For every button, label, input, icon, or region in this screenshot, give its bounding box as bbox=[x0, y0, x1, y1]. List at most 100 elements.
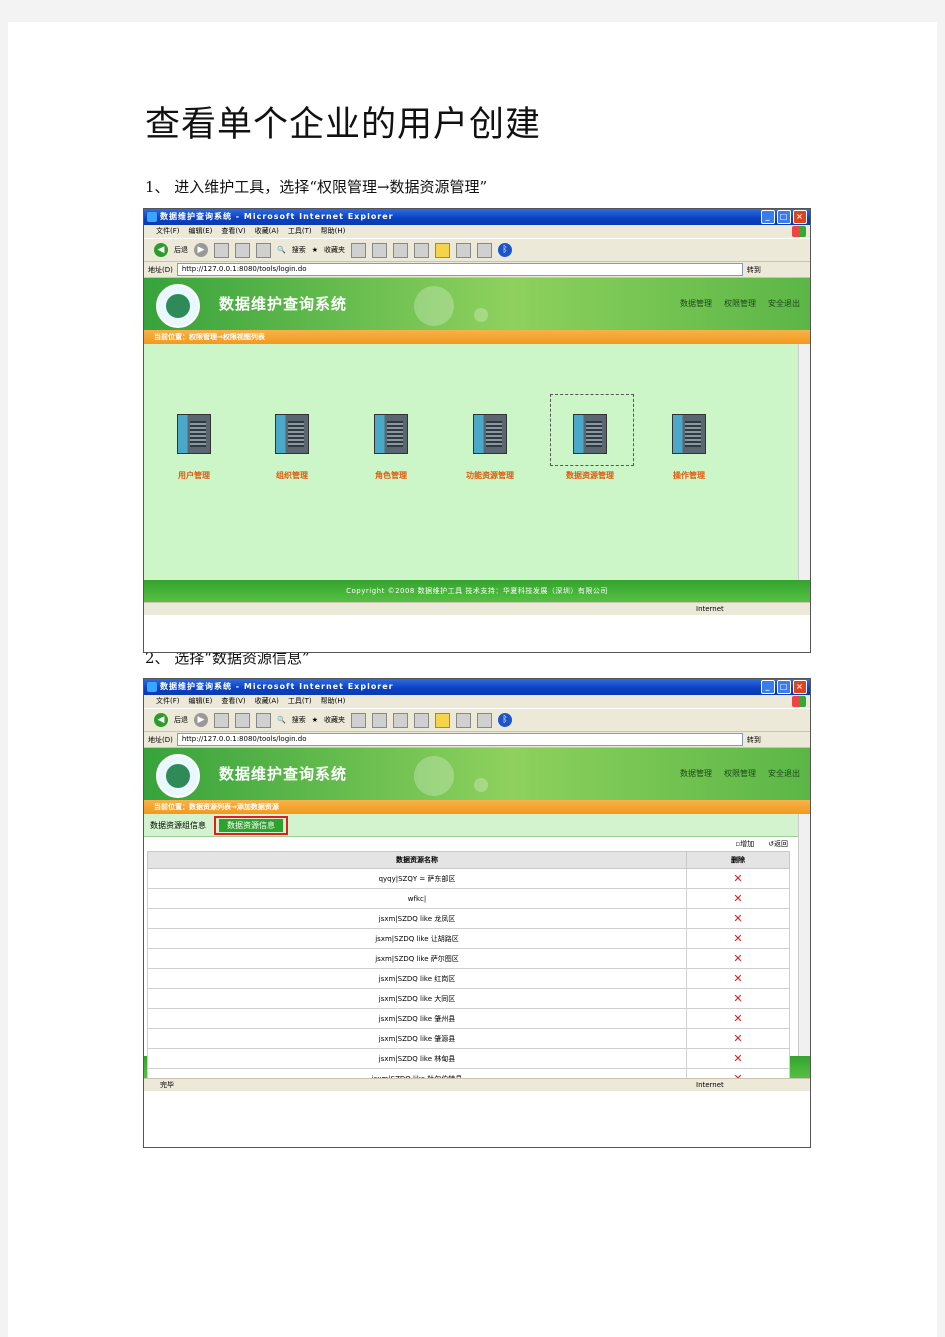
edit-icon[interactable] bbox=[414, 242, 429, 258]
minimize-button[interactable]: _ bbox=[761, 680, 775, 694]
delete-x-icon[interactable]: ✕ bbox=[686, 988, 790, 1009]
table-row: jsxm|SZDQ like 肇源县 ✕ bbox=[147, 1028, 790, 1049]
menu-edit[interactable]: 编辑(E) bbox=[189, 225, 213, 238]
tab-resource-group[interactable]: 数据资源组信息 bbox=[150, 820, 206, 831]
menu-file[interactable]: 文件(F) bbox=[156, 225, 180, 238]
menu-favorites[interactable]: 收藏(A) bbox=[255, 225, 279, 238]
delete-x-icon[interactable]: ✕ bbox=[686, 948, 790, 969]
back-arrow-icon[interactable]: ◀ bbox=[154, 713, 168, 727]
stop-icon[interactable] bbox=[214, 712, 229, 728]
stop-icon[interactable] bbox=[214, 242, 229, 258]
back-arrow-icon[interactable]: ◀ bbox=[154, 243, 168, 257]
home-icon[interactable] bbox=[256, 712, 271, 728]
delete-x-icon[interactable]: ✕ bbox=[686, 888, 790, 909]
bluetooth-icon[interactable]: ᛒ bbox=[498, 713, 512, 727]
highlight-box: 数据资源信息 bbox=[214, 815, 288, 835]
nav-logout[interactable]: 安全退出 bbox=[768, 768, 800, 779]
add-button[interactable]: ▫增加 bbox=[735, 837, 754, 851]
toolbar: ◀ 后退 ▶ 🔍 搜索 ★ 收藏夹 ᛒ bbox=[144, 238, 810, 262]
decor-bubble bbox=[474, 778, 488, 792]
address-input[interactable]: http://127.0.0.1:8080/tools/login.do bbox=[176, 733, 743, 746]
menu-help[interactable]: 帮助(H) bbox=[321, 695, 346, 708]
add-label: 增加 bbox=[740, 840, 755, 848]
bluetooth-icon[interactable]: ᛒ bbox=[498, 243, 512, 257]
history-icon[interactable] bbox=[351, 242, 366, 258]
module-role[interactable]: 角色管理 bbox=[361, 414, 421, 481]
menu-view[interactable]: 查看(V) bbox=[221, 225, 245, 238]
nav-logout[interactable]: 安全退出 bbox=[768, 298, 800, 309]
close-button[interactable]: × bbox=[793, 210, 807, 224]
go-button[interactable]: 转到 bbox=[747, 735, 761, 745]
refresh-icon[interactable] bbox=[235, 242, 250, 258]
nav-permission-management[interactable]: 权限管理 bbox=[724, 768, 756, 779]
tools-icon[interactable] bbox=[477, 712, 492, 728]
nav-data-management[interactable]: 数据管理 bbox=[680, 768, 712, 779]
notes-icon[interactable] bbox=[435, 712, 450, 728]
mail-icon[interactable] bbox=[372, 712, 387, 728]
status-bar: Internet bbox=[144, 602, 810, 615]
close-button[interactable]: × bbox=[793, 680, 807, 694]
refresh-icon[interactable] bbox=[235, 712, 250, 728]
module-data-resource[interactable]: 数据资源管理 bbox=[560, 414, 620, 481]
forward-arrow-icon[interactable]: ▶ bbox=[194, 713, 208, 727]
menu-tools[interactable]: 工具(T) bbox=[288, 695, 312, 708]
home-icon[interactable] bbox=[256, 242, 271, 258]
resource-table: 数据资源名称 删除 qyqy|SZQY = 萨东部区 ✕ wfkc| ✕ jsxm|… bbox=[147, 851, 790, 1089]
mail-icon[interactable] bbox=[372, 242, 387, 258]
print-icon[interactable] bbox=[393, 712, 408, 728]
resource-name: wfkc| bbox=[147, 888, 687, 909]
back-label[interactable]: 后退 bbox=[174, 245, 188, 255]
delete-x-icon[interactable]: ✕ bbox=[686, 908, 790, 929]
search-label[interactable]: 搜索 bbox=[292, 715, 306, 725]
maximize-button[interactable]: □ bbox=[777, 680, 791, 694]
notes-icon[interactable] bbox=[435, 242, 450, 258]
module-user[interactable]: 用户管理 bbox=[164, 414, 224, 481]
delete-x-icon[interactable]: ✕ bbox=[686, 968, 790, 989]
maximize-button[interactable]: □ bbox=[777, 210, 791, 224]
menu-view[interactable]: 查看(V) bbox=[221, 695, 245, 708]
delete-x-icon[interactable]: ✕ bbox=[686, 1028, 790, 1049]
module-label: 角色管理 bbox=[375, 471, 407, 480]
address-input[interactable]: http://127.0.0.1:8080/tools/login.do bbox=[176, 263, 743, 276]
favorites-label[interactable]: 收藏夹 bbox=[324, 715, 345, 725]
return-button[interactable]: ↺返回 bbox=[768, 837, 788, 851]
messenger-icon[interactable] bbox=[456, 242, 471, 258]
address-bar: 地址(D) http://127.0.0.1:8080/tools/login.… bbox=[144, 732, 810, 748]
search-icon[interactable]: 🔍 bbox=[277, 246, 286, 254]
nav-data-management[interactable]: 数据管理 bbox=[680, 298, 712, 309]
edit-icon[interactable] bbox=[414, 712, 429, 728]
module-org[interactable]: 组织管理 bbox=[262, 414, 322, 481]
menu-tools[interactable]: 工具(T) bbox=[288, 225, 312, 238]
vertical-scrollbar[interactable] bbox=[798, 814, 810, 1056]
search-label[interactable]: 搜索 bbox=[292, 245, 306, 255]
menu-favorites[interactable]: 收藏(A) bbox=[255, 695, 279, 708]
tools-icon[interactable] bbox=[477, 242, 492, 258]
menu-edit[interactable]: 编辑(E) bbox=[189, 695, 213, 708]
system-title: 数据维护查询系统 bbox=[219, 765, 348, 783]
search-icon[interactable]: 🔍 bbox=[277, 716, 286, 724]
vertical-scrollbar[interactable] bbox=[798, 344, 810, 580]
favorites-star-icon[interactable]: ★ bbox=[312, 716, 318, 724]
nav-permission-management[interactable]: 权限管理 bbox=[724, 298, 756, 309]
favorites-star-icon[interactable]: ★ bbox=[312, 246, 318, 254]
menu-help[interactable]: 帮助(H) bbox=[321, 225, 346, 238]
tab-resource-info[interactable]: 数据资源信息 bbox=[219, 818, 283, 832]
back-label[interactable]: 后退 bbox=[174, 715, 188, 725]
minimize-button[interactable]: _ bbox=[761, 210, 775, 224]
favorites-label[interactable]: 收藏夹 bbox=[324, 245, 345, 255]
print-icon[interactable] bbox=[393, 242, 408, 258]
delete-x-icon[interactable]: ✕ bbox=[686, 1008, 790, 1029]
messenger-icon[interactable] bbox=[456, 712, 471, 728]
module-label: 数据资源管理 bbox=[566, 471, 614, 480]
status-bar: 完毕 Internet bbox=[144, 1078, 810, 1091]
history-icon[interactable] bbox=[351, 712, 366, 728]
delete-x-icon[interactable]: ✕ bbox=[686, 868, 790, 889]
delete-x-icon[interactable]: ✕ bbox=[686, 928, 790, 949]
table-row: jsxm|SZDQ like 让胡路区 ✕ bbox=[147, 928, 790, 949]
go-button[interactable]: 转到 bbox=[747, 265, 761, 275]
module-function-resource[interactable]: 功能资源管理 bbox=[460, 414, 520, 481]
forward-arrow-icon[interactable]: ▶ bbox=[194, 243, 208, 257]
delete-x-icon[interactable]: ✕ bbox=[686, 1048, 790, 1069]
module-operation[interactable]: 操作管理 bbox=[659, 414, 719, 481]
menu-file[interactable]: 文件(F) bbox=[156, 695, 180, 708]
